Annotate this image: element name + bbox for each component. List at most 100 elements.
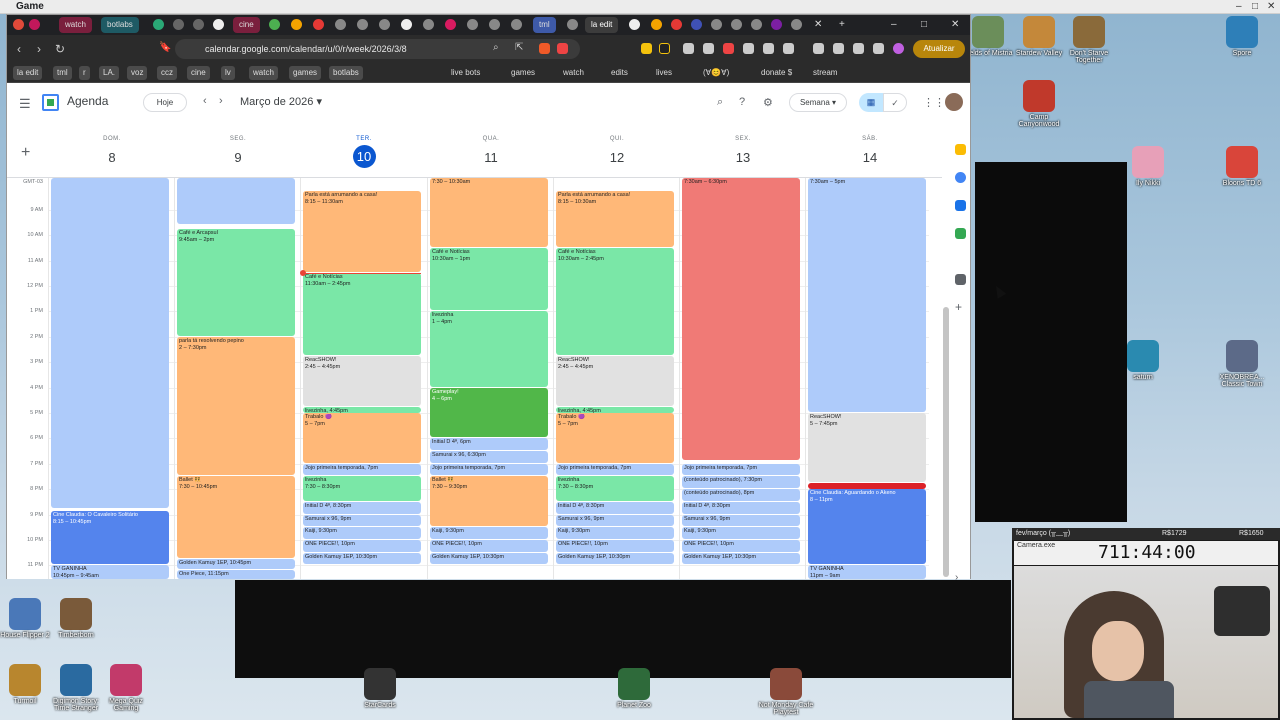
calendar-event[interactable]: livezinha 1 – 4pm [430, 311, 548, 387]
calendar-event[interactable]: parla tá resolvendo pepino 2 – 7:30pm [177, 336, 295, 476]
add-addon-icon[interactable]: + [955, 301, 966, 313]
calendar-event[interactable]: Café e Arcapsul 9:45am – 2pm [177, 228, 295, 336]
week-grid[interactable]: GMT-03 9 AM 10 AM 11 AM 12 PM 1 PM 2 PM 3 PM 4 P… [7, 177, 942, 579]
tab-favicon[interactable] [771, 19, 782, 30]
calendar-event[interactable]: Samurai x 96, 6:30pm [430, 451, 548, 463]
bookmark-item[interactable]: games [289, 66, 322, 80]
tab-favicon[interactable] [193, 19, 204, 30]
tasks-view-toggle-icon[interactable]: ✓ [883, 93, 907, 112]
extension-icon[interactable] [763, 43, 774, 54]
tab-favicon[interactable] [511, 19, 522, 30]
tab-favicon[interactable] [291, 19, 302, 30]
day-header[interactable]: SEX. 13 [680, 136, 806, 169]
bookmark-item[interactable]: r [79, 66, 90, 80]
tab-favicon[interactable] [691, 19, 702, 30]
day-number[interactable]: 8 [49, 147, 175, 169]
calendar-event[interactable]: Samurai x 96, 9pm [303, 514, 421, 527]
extension-icon[interactable] [683, 43, 694, 54]
calendar-event[interactable]: ONE PIECE!!, 10pm [556, 539, 674, 552]
profile-icon[interactable] [893, 43, 904, 54]
calendar-event[interactable]: Cine Claudia: O Cavaleiro Solitário 8:15 … [51, 510, 169, 565]
bookmark-item[interactable]: live bots [447, 66, 484, 80]
calendar-event[interactable]: ReacSHOW! 5 – 7:45pm [808, 412, 926, 482]
day-header[interactable]: SEG. 9 [175, 136, 301, 169]
bookmark-item[interactable]: lives [652, 66, 676, 80]
next-week-icon[interactable]: › [219, 95, 223, 107]
calendar-event[interactable]: (conteúdo patrocinado), 7:30pm [682, 476, 800, 489]
calendar-event[interactable] [808, 482, 926, 489]
tab-favicon[interactable] [731, 19, 742, 30]
day-number[interactable]: 10 [352, 145, 376, 168]
bookmark-icon[interactable]: 🔖 [159, 42, 171, 53]
calendar-event[interactable]: Jojo primeira temporada, 7pm [682, 463, 800, 476]
calendar-event[interactable]: Parla está arrumando a casa! 8:15 – 10:30… [556, 190, 674, 247]
tab-botlabs[interactable]: botlabs [101, 17, 139, 33]
bookmark-item[interactable]: (∀😊∀) [699, 66, 733, 80]
bookmark-item[interactable]: watch [249, 66, 278, 80]
tab-favicon[interactable] [173, 19, 184, 30]
calendar-event[interactable]: Ballet 👯 7:30 – 9:30pm [430, 476, 548, 527]
apps-grid-icon[interactable]: ⋮⋮ [923, 96, 945, 109]
desktop-icon[interactable]: XENOBREA... Classic Town [1212, 340, 1272, 388]
desktop-icon[interactable]: Not Monday Cafe Playtest [756, 668, 816, 716]
tab-favicon[interactable] [213, 19, 224, 30]
calendar-event[interactable]: livezinha, 4:45pm [303, 406, 421, 413]
scroll-thumb[interactable] [943, 307, 949, 577]
tab-favicon[interactable] [671, 19, 682, 30]
calendar-event[interactable]: Parla está arrumando a casa! 8:15 – 11:30… [303, 190, 421, 273]
desktop-icon[interactable]: Planet Zoo [604, 668, 664, 709]
tab-watch[interactable]: watch [59, 17, 92, 33]
minimize-icon[interactable]: – [891, 17, 897, 33]
close-icon[interactable]: ✕ [1267, 0, 1275, 14]
calendar-event[interactable]: livezinha 7:30 – 8:30pm [556, 476, 674, 501]
calendar-event[interactable]: 7:30 – 10:30am [430, 178, 548, 247]
calendar-event[interactable]: Golden Kamuy 1EP, 10:30pm [303, 552, 421, 565]
tab-favicon[interactable] [269, 19, 280, 30]
calendar-event[interactable]: ONE PIECE!!, 10pm [430, 539, 548, 552]
extension-icon[interactable] [873, 43, 884, 54]
forward-icon[interactable]: › [37, 42, 41, 56]
calendar-event[interactable]: Golden Kamuy 1EP, 10:45pm [177, 559, 295, 570]
desktop-icon[interactable]: Ily Nikki [1118, 146, 1178, 187]
tab-favicon[interactable] [791, 19, 802, 30]
brave-shield-icon[interactable] [539, 43, 550, 54]
desktop-icon[interactable]: saturn [1113, 340, 1173, 381]
desktop-icon[interactable]: StarCards [350, 668, 410, 709]
day-number[interactable]: 14 [807, 147, 933, 169]
desktop-icon[interactable]: Bloons TD 6 [1212, 146, 1272, 187]
create-event-button[interactable]: + [21, 144, 30, 162]
scrollbar[interactable] [942, 177, 950, 579]
calendar-event[interactable]: Café e Notícias 10:30am – 2:45pm [556, 247, 674, 355]
tab-favicon[interactable] [751, 19, 762, 30]
calendar-event[interactable]: One Piece, 11:15pm [177, 570, 295, 579]
side-panel-extra-icon[interactable] [955, 274, 966, 285]
tab-favicon[interactable] [651, 19, 662, 30]
bookmark-item[interactable]: stream [809, 66, 841, 80]
calendar-view-toggle-icon[interactable]: ▦ [859, 93, 883, 112]
calendar-event[interactable]: Kaiji, 9:30pm [430, 527, 548, 539]
bookmark-item[interactable]: LA. [99, 66, 120, 80]
contacts-icon[interactable] [955, 200, 966, 211]
bookmark-item[interactable]: tml [53, 66, 72, 80]
update-button[interactable]: Atualizar [913, 40, 965, 58]
reload-icon[interactable]: ↻ [55, 42, 65, 56]
calendar-event[interactable]: Initial D 4ª, 8:30pm [682, 501, 800, 514]
calendar-event[interactable]: TV GANINHA 11pm – 9am [808, 565, 926, 579]
collapse-panel-icon[interactable]: › [955, 572, 966, 583]
calendar-event[interactable]: (conteúdo patrocinado), 8pm [682, 489, 800, 501]
back-icon[interactable]: ‹ [17, 42, 21, 56]
desktop-icon[interactable]: Camp Canyonwood [1009, 80, 1069, 128]
calendar-event[interactable]: Kaiji, 9:30pm [682, 527, 800, 539]
calendar-event[interactable]: ReacSHOW! 2:45 – 4:45pm [303, 355, 421, 406]
close-icon[interactable]: ✕ [951, 17, 959, 33]
bookmark-item[interactable]: voz [127, 66, 148, 80]
desktop-icon[interactable]: Timberborn [46, 598, 106, 639]
extension-icon[interactable] [659, 43, 670, 54]
calendar-event[interactable]: Ballet 👯 7:30 – 10:45pm [177, 476, 295, 558]
tab-favicon[interactable] [313, 19, 324, 30]
calendar-event[interactable]: Samurai x 96, 9pm [682, 514, 800, 527]
day-header[interactable]: QUA. 11 [428, 136, 554, 169]
calendar-event[interactable]: 7:30am – 6:30pm [682, 178, 800, 461]
avatar[interactable] [945, 93, 963, 111]
bookmark-item[interactable]: cine [187, 66, 210, 80]
